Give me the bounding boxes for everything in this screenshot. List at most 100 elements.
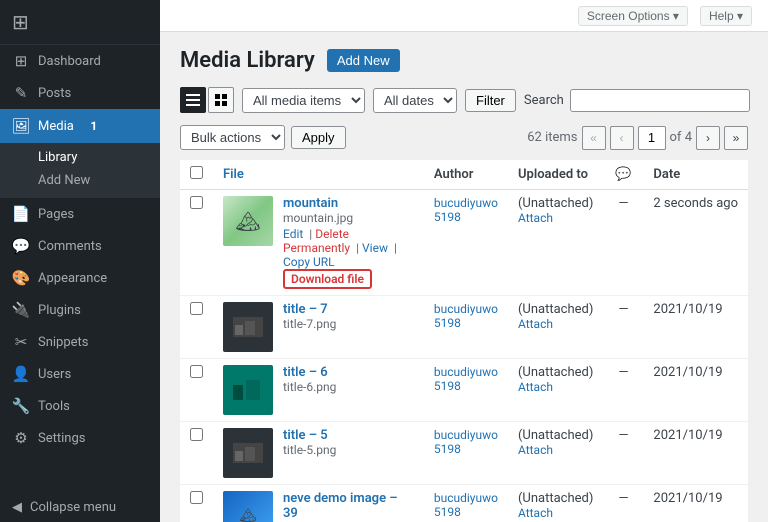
file-cell: title – 6 title-6.png Edit | Delete Perm… (223, 365, 414, 415)
row-checkbox[interactable] (190, 491, 203, 504)
select-all-checkbox[interactable] (190, 166, 203, 179)
author-cell: bucudiyuwo5198 (434, 196, 498, 224)
download-file-button[interactable]: Download file (283, 269, 372, 289)
toolbar: All media items All dates Filter Search (180, 87, 748, 113)
grid-view-button[interactable] (208, 87, 234, 113)
collapse-menu[interactable]: ◀ Collapse menu (0, 493, 160, 522)
unattached-label: (Unattached) (518, 491, 593, 506)
th-uploaded: Uploaded to (508, 160, 603, 190)
attach-link[interactable]: Attach (518, 380, 593, 394)
author-link[interactable]: bucudiyuwo5198 (434, 365, 498, 393)
upload-cell: (Unattached)Attach (518, 302, 593, 331)
view-toggle (180, 87, 234, 113)
sidebar-item-comments[interactable]: 💬 Comments (0, 230, 160, 262)
th-checkbox (180, 160, 213, 190)
row-checkbox[interactable] (190, 365, 203, 378)
file-cell: 🏔 mountain mountain.jpg Edit | Delete Pe… (223, 196, 414, 289)
sidebar-sub-add-new[interactable]: Add New (0, 169, 160, 192)
file-name-link[interactable]: title – 5 (283, 428, 336, 443)
table-row: title – 6 title-6.png Edit | Delete Perm… (180, 359, 748, 422)
table-row: title – 7 title-7.png Edit | Delete Perm… (180, 296, 748, 359)
bulk-actions-select[interactable]: Bulk actions (180, 125, 285, 150)
list-view-button[interactable] (180, 87, 206, 113)
file-info: title – 7 title-7.png Edit | Delete Perm… (283, 302, 336, 333)
table-header: File Author Uploaded to 💬 Date (180, 160, 748, 190)
attach-link[interactable]: Attach (518, 506, 593, 520)
pager-current-input[interactable] (638, 126, 666, 150)
filter-button[interactable]: Filter (465, 89, 516, 112)
thumbnail (223, 428, 273, 478)
comment-count: — (618, 428, 628, 443)
screen-options-button[interactable]: Screen Options ▾ (578, 6, 688, 26)
file-name-link[interactable]: mountain (283, 196, 414, 211)
author-link[interactable]: bucudiyuwo5198 (434, 196, 498, 224)
attach-link[interactable]: Attach (518, 443, 593, 457)
sidebar-item-tools[interactable]: 🔧 Tools (0, 390, 160, 422)
table-row: 🏔 mountain mountain.jpg Edit | Delete Pe… (180, 190, 748, 296)
sidebar-item-label: Posts (38, 86, 71, 101)
date-cell: 2021/10/19 (653, 428, 722, 443)
sidebar-item-users[interactable]: 👤 Users (0, 358, 160, 390)
unattached-label: (Unattached) (518, 196, 593, 211)
author-link[interactable]: bucudiyuwo5198 (434, 428, 498, 456)
view-link[interactable]: View (362, 241, 388, 255)
pager-next-button[interactable]: › (696, 126, 720, 150)
thumbnail: 🏔 (223, 196, 273, 246)
help-button[interactable]: Help ▾ (700, 6, 752, 26)
copy-url-link[interactable]: Copy URL (283, 255, 335, 269)
upload-cell: (Unattached)Attach (518, 491, 593, 520)
sidebar-item-label: Appearance (38, 271, 107, 286)
upload-cell: (Unattached)Attach (518, 365, 593, 394)
appearance-icon: 🎨 (12, 269, 30, 287)
file-info: mountain mountain.jpg Edit | Delete Perm… (283, 196, 414, 289)
file-name-link[interactable]: title – 6 (283, 365, 336, 380)
file-name-link[interactable]: neve demo image – 39 (283, 491, 414, 521)
items-count: 62 items (527, 130, 577, 145)
add-new-button[interactable]: Add New (327, 49, 400, 72)
sidebar-item-dashboard[interactable]: ⊞ Dashboard (0, 45, 160, 77)
sidebar-item-snippets[interactable]: ✂ Snippets (0, 326, 160, 358)
media-icon: 🖼 (12, 117, 30, 135)
sidebar-item-plugins[interactable]: 🔌 Plugins (0, 294, 160, 326)
collapse-arrow-icon: ◀ (12, 500, 22, 515)
search-input[interactable] (570, 89, 750, 112)
author-link[interactable]: bucudiyuwo5198 (434, 302, 498, 330)
sidebar-item-pages[interactable]: 📄 Pages (0, 198, 160, 230)
table-row: title – 5 title-5.png Edit | Delete Perm… (180, 422, 748, 485)
row-checkbox[interactable] (190, 196, 203, 209)
sidebar-item-appearance[interactable]: 🎨 Appearance (0, 262, 160, 294)
th-file[interactable]: File (213, 160, 424, 190)
pager-last-button[interactable]: » (724, 126, 748, 150)
media-type-filter[interactable]: All media items (242, 88, 365, 113)
edit-link[interactable]: Edit (283, 227, 303, 241)
sidebar-item-label: Settings (38, 431, 85, 446)
date-filter[interactable]: All dates (373, 88, 457, 113)
sidebar-item-label: Users (38, 367, 71, 382)
thumbnail (223, 302, 273, 352)
row-checkbox[interactable] (190, 428, 203, 441)
file-cell: title – 5 title-5.png Edit | Delete Perm… (223, 428, 414, 478)
attach-link[interactable]: Attach (518, 211, 593, 225)
pager-first-button[interactable]: « (582, 126, 606, 150)
bulk-row: Bulk actions Apply 62 items « ‹ of 4 › » (180, 125, 748, 150)
author-id: 5198 (434, 379, 498, 393)
row-checkbox[interactable] (190, 302, 203, 315)
pager-prev-button[interactable]: ‹ (610, 126, 634, 150)
file-name-link[interactable]: title – 7 (283, 302, 336, 317)
file-ext: title-5.png (283, 443, 336, 457)
sidebar-item-label: Pages (38, 207, 74, 222)
file-info: neve demo image – 39 neve-demo-image-39.… (283, 491, 414, 522)
author-link[interactable]: bucudiyuwo5198 (434, 491, 498, 519)
sidebar-item-media[interactable]: 🖼 Media 1 (0, 109, 160, 143)
search-label: Search (524, 93, 564, 108)
apply-button[interactable]: Apply (291, 126, 346, 149)
attach-link[interactable]: Attach (518, 317, 593, 331)
unattached-label: (Unattached) (518, 302, 593, 317)
sidebar-item-posts[interactable]: ✎ Posts (0, 77, 160, 109)
sidebar-sub-library[interactable]: Library (0, 146, 160, 169)
sidebar-item-settings[interactable]: ⚙ Settings (0, 422, 160, 454)
sidebar: ⊞ ⊞ Dashboard ✎ Posts 🖼 Media 1 Library … (0, 0, 160, 522)
sidebar-item-label: Comments (38, 239, 102, 254)
sidebar-item-label: Media (38, 119, 74, 134)
date-cell: 2021/10/19 (653, 302, 722, 317)
